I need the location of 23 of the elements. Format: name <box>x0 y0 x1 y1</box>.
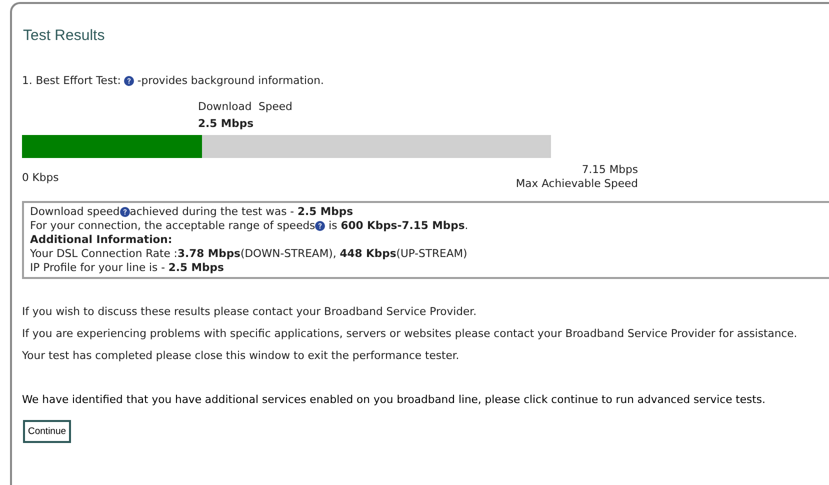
info-text: achieved during the test was - 2.5 Mbps <box>130 205 354 219</box>
info-text: Download speed <box>30 205 120 219</box>
min-label: 0 Kbps <box>22 170 59 186</box>
help-icon[interactable] <box>120 207 130 217</box>
info-text: For your connection, the acceptable range of speeds <box>30 219 316 233</box>
meter-label: Download Speed <box>198 100 294 114</box>
message-text: Your test has completed please close this window to exit the performance tester. <box>22 349 460 363</box>
test-heading: 1. Best Effort Test: <box>22 72 122 89</box>
max-value: 7.15 Mbps <box>580 163 638 177</box>
help-icon[interactable] <box>315 221 326 231</box>
meter-value: 2.5 Mbps <box>198 117 255 131</box>
continue-button[interactable]: Continue <box>23 420 72 444</box>
info-text: IP Profile for your line is - 2.5 Mbps <box>30 261 224 275</box>
info-text: Additional Information: <box>30 233 172 247</box>
test-description: -provides background information. <box>137 72 324 89</box>
help-icon[interactable] <box>124 76 134 86</box>
max-label: Max Achievable Speed <box>516 177 638 191</box>
page-title: Test Results <box>23 26 106 46</box>
notice-text: We have identified that you have additional services enabled on you broadband line, please click continue to run advanced service tests. <box>22 392 766 408</box>
info-text: Your DSL Connection Rate :3.78 Mbps(DOWN-STREAM), 448 Kbps(UP-STREAM) <box>30 247 468 261</box>
info-text: is 600 Kbps-7.15 Mbps. <box>328 219 468 233</box>
message-text: If you are experiencing problems with specific applications, servers or websites please contact your Broadband Service Provider for assistance. <box>22 327 798 341</box>
message-text: If you wish to discuss these results please contact your Broadband Service Provider. <box>22 305 478 319</box>
